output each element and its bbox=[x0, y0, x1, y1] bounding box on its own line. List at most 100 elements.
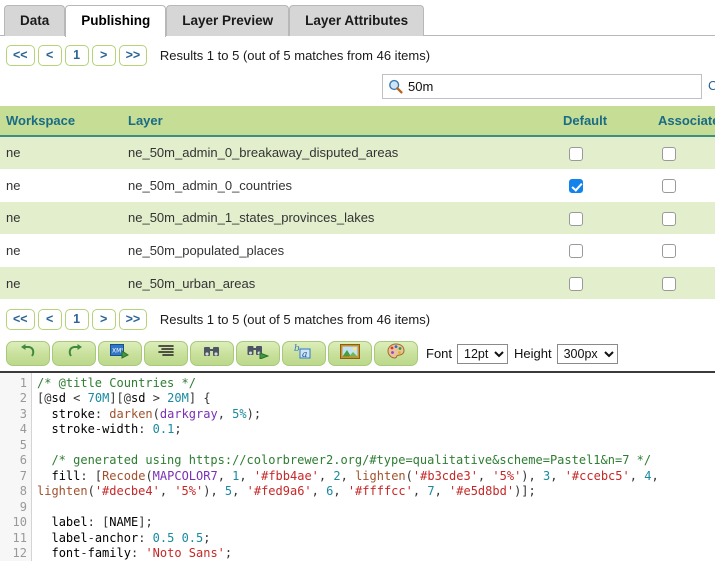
cell-default bbox=[528, 201, 623, 235]
table-row: ne ne_50m_admin_0_countries bbox=[0, 169, 715, 203]
palette-icon bbox=[387, 343, 405, 364]
line-number: 2 bbox=[19, 391, 27, 406]
editor-height-select[interactable]: 100px200px300px400px500px bbox=[556, 343, 618, 364]
column-header-associated[interactable]: Associated bbox=[623, 106, 715, 137]
format-lines-icon bbox=[157, 344, 175, 363]
find-button[interactable] bbox=[190, 341, 234, 367]
associated-checkbox[interactable] bbox=[662, 179, 676, 194]
font-size-select[interactable]: 8pt10pt12pt14pt16pt bbox=[457, 343, 509, 364]
insert-xml-icon: XML bbox=[110, 343, 130, 364]
table-row: ne ne_50m_populated_places bbox=[0, 234, 715, 268]
cell-associated bbox=[623, 169, 715, 203]
code-line: stroke: darken(darkgray, 5%); bbox=[51, 406, 262, 421]
search-input[interactable] bbox=[408, 79, 701, 94]
column-header-default[interactable]: Default bbox=[528, 106, 623, 137]
replace-ba-icon: b a bbox=[294, 343, 314, 364]
pager-first-button[interactable]: << bbox=[6, 45, 35, 66]
search-box[interactable] bbox=[382, 74, 702, 99]
cell-associated bbox=[623, 136, 715, 170]
pager-prev-button[interactable]: < bbox=[37, 45, 62, 66]
default-checkbox[interactable] bbox=[568, 244, 583, 259]
image-icon bbox=[340, 343, 360, 364]
cell-workspace: ne bbox=[0, 136, 122, 170]
table-header-row: Workspace Layer Default Associated bbox=[0, 106, 715, 137]
code-line: label: [NAME]; bbox=[51, 515, 153, 530]
line-number: 11 bbox=[12, 530, 27, 545]
search-row: C bbox=[0, 74, 715, 102]
color-palette-button[interactable] bbox=[374, 341, 418, 367]
search-icon bbox=[388, 79, 403, 94]
code-line: label-anchor: 0.5 0.5; bbox=[51, 530, 211, 545]
pager-last-button-bottom[interactable]: >> bbox=[118, 308, 148, 330]
undo-icon bbox=[19, 343, 38, 364]
pager-first-button-bottom[interactable]: << bbox=[6, 308, 35, 330]
table-row: ne ne_50m_urban_areas bbox=[0, 266, 715, 300]
pager-page-1-button-bottom[interactable]: 1 bbox=[64, 308, 89, 330]
code-line: stroke-width: 0.1; bbox=[51, 422, 182, 437]
replace-button[interactable]: b a bbox=[282, 341, 326, 367]
undo-button[interactable] bbox=[6, 341, 50, 367]
default-checkbox[interactable] bbox=[568, 146, 583, 161]
line-number: 6 bbox=[19, 453, 27, 468]
line-number: 7 bbox=[19, 468, 27, 483]
associated-checkbox[interactable] bbox=[662, 244, 676, 259]
results-summary-bottom: Results 1 to 5 (out of 5 matches from 46… bbox=[159, 311, 431, 327]
tab-publishing[interactable]: Publishing bbox=[65, 5, 167, 38]
tab-data[interactable]: Data bbox=[4, 5, 66, 36]
pager-last-button[interactable]: >> bbox=[118, 45, 148, 66]
line-number-gutter: 1234567891011121314151617181920 bbox=[0, 372, 32, 561]
cell-workspace: ne bbox=[0, 234, 122, 268]
code-line: fill: [Recode(MAPCOLOR7, 1, '#fbb4ae', 2… bbox=[37, 468, 659, 499]
layers-table: Workspace Layer Default Associated nene_… bbox=[0, 106, 715, 300]
pager-prev-button-bottom[interactable]: < bbox=[37, 308, 62, 330]
style-code-editor[interactable]: 1234567891011121314151617181920 /* @titl… bbox=[0, 372, 715, 561]
insert-xml-button[interactable]: XML bbox=[98, 341, 142, 367]
line-number: 1 bbox=[19, 375, 27, 390]
code-content[interactable]: /* @title Countries */[@sd < 70M][@sd > … bbox=[32, 373, 715, 561]
default-checkbox[interactable] bbox=[568, 276, 583, 291]
code-line: /* @title Countries */ bbox=[37, 375, 196, 390]
default-checkbox[interactable] bbox=[568, 179, 583, 194]
code-line: /* generated using https://colorbrewer2.… bbox=[37, 453, 652, 468]
pagination-bottom: << <1 > >> Results 1 to 5 (out of 5 matches… bbox=[0, 300, 715, 336]
svg-text:b: b bbox=[294, 344, 300, 354]
cell-workspace: ne bbox=[0, 169, 122, 203]
column-header-layer[interactable]: Layer bbox=[122, 106, 528, 137]
column-header-workspace[interactable]: Workspace bbox=[0, 106, 122, 137]
line-number: 3 bbox=[19, 406, 27, 421]
cell-layer-name: ne_50m_admin_0_breakaway_disputed_areas bbox=[122, 136, 528, 170]
clear-search-link[interactable]: C bbox=[708, 78, 715, 93]
cell-layer-name: ne_50m_populated_places bbox=[122, 234, 528, 268]
line-number: 10 bbox=[12, 515, 27, 530]
cell-default bbox=[528, 169, 623, 203]
find-replace-button[interactable] bbox=[236, 341, 280, 367]
pager-next-button-bottom[interactable]: > bbox=[91, 308, 116, 330]
font-label: Font bbox=[426, 346, 453, 362]
results-summary-top: Results 1 to 5 (out of 5 matches from 46… bbox=[159, 48, 431, 63]
line-number: 4 bbox=[19, 422, 27, 437]
cell-associated bbox=[623, 266, 715, 300]
height-label: Height bbox=[514, 346, 552, 362]
tab-layer-preview[interactable]: Layer Preview bbox=[166, 5, 290, 36]
find-icon bbox=[203, 344, 221, 364]
cell-workspace: ne bbox=[0, 201, 122, 235]
associated-checkbox[interactable] bbox=[662, 211, 676, 226]
associated-checkbox[interactable] bbox=[662, 276, 676, 291]
redo-button[interactable] bbox=[52, 341, 96, 367]
table-row: ne ne_50m_admin_1_states_provinces_lakes bbox=[0, 201, 715, 235]
line-number: 9 bbox=[19, 499, 27, 514]
cell-workspace: ne bbox=[0, 266, 122, 300]
default-checkbox[interactable] bbox=[568, 211, 583, 226]
line-number: 8 bbox=[19, 484, 27, 499]
pager-page-1-button[interactable]: 1 bbox=[64, 45, 89, 66]
tab-layer-attributes[interactable]: Layer Attributes bbox=[289, 5, 425, 36]
insert-image-button[interactable] bbox=[328, 341, 372, 367]
associated-checkbox[interactable] bbox=[662, 146, 676, 161]
format-lines-button[interactable] bbox=[144, 341, 188, 367]
code-line: font-family: 'Noto Sans'; bbox=[51, 546, 233, 561]
pager-next-button[interactable]: > bbox=[91, 45, 116, 66]
code-line: [@sd < 70M][@sd > 20M] { bbox=[37, 391, 211, 406]
cell-layer-name: ne_50m_urban_areas bbox=[122, 266, 528, 300]
